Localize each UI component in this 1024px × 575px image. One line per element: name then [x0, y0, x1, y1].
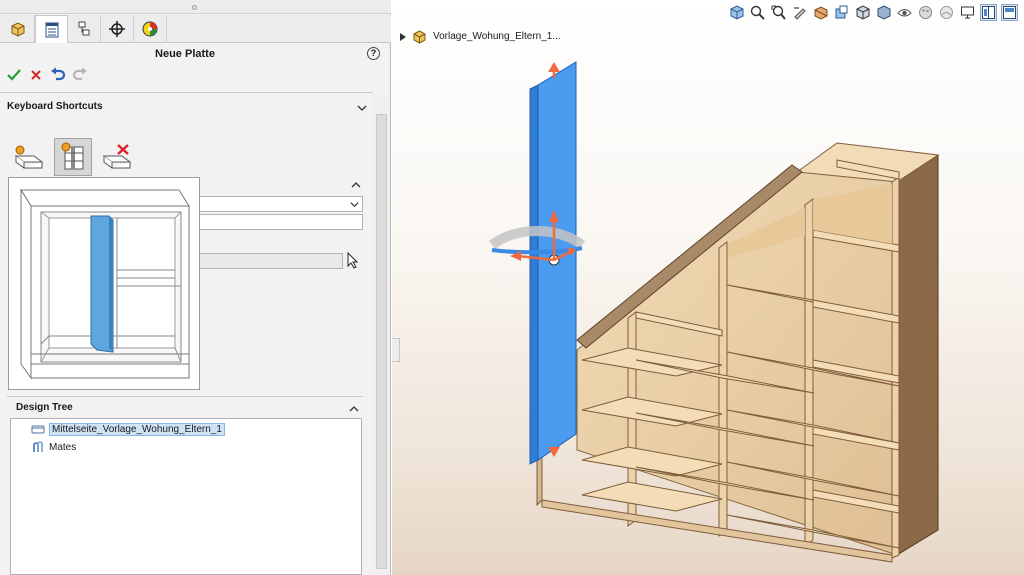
cabinet-model[interactable] — [392, 0, 1024, 575]
close-icon — [31, 70, 41, 80]
ok-button[interactable] — [6, 67, 22, 83]
tab-property-manager[interactable] — [35, 15, 68, 43]
help-icon[interactable]: ? — [367, 47, 380, 60]
scrollbar[interactable] — [373, 94, 390, 575]
delete-panel-button[interactable] — [98, 138, 136, 176]
dimxpert-icon — [109, 21, 125, 37]
tab-display-manager[interactable] — [134, 15, 167, 43]
new-panel-button[interactable] — [10, 138, 48, 176]
group-keyboard-shortcuts[interactable]: Keyboard Shortcuts — [7, 101, 369, 119]
chevron-up-icon — [349, 406, 359, 412]
tree-item-label: Mittelseite_Vorlage_Wohung_Eltern_1 — [49, 422, 225, 436]
panel-preview — [8, 177, 200, 390]
mates-icon — [33, 441, 43, 452]
undo-button[interactable] — [50, 67, 66, 83]
tab-configuration-manager[interactable] — [68, 15, 101, 43]
page-title: Neue Platte — [155, 48, 215, 60]
configuration-manager-icon — [78, 21, 90, 36]
cancel-button[interactable] — [28, 67, 44, 83]
design-tree[interactable]: Mittelseite_Vorlage_Wohung_Eltern_1 Mate… — [10, 418, 362, 575]
display-manager-icon — [142, 21, 158, 37]
chevron-down-icon — [357, 105, 367, 111]
middle-panel-icon — [61, 142, 84, 170]
redo-icon — [72, 67, 87, 81]
tree-item[interactable]: Mates — [31, 439, 76, 455]
group-parameters-header[interactable] — [198, 178, 363, 196]
new-panel-icon — [14, 145, 44, 169]
middle-panel-button[interactable] — [54, 138, 92, 176]
tab-dimxpert-manager[interactable] — [101, 15, 134, 43]
divider — [0, 92, 373, 93]
chevron-up-icon — [351, 182, 361, 188]
pointer-icon — [347, 252, 359, 269]
delete-panel-icon — [102, 144, 132, 169]
feature-manager-icon — [11, 22, 25, 37]
panel-type-buttons — [10, 138, 136, 176]
undo-icon — [51, 67, 66, 81]
tab-feature-manager[interactable] — [2, 15, 35, 43]
scrollbar-thumb[interactable] — [376, 114, 387, 569]
selection-field[interactable] — [198, 253, 343, 269]
part-icon — [31, 425, 45, 434]
chevron-down-icon — [350, 202, 359, 208]
name-field[interactable] — [198, 214, 363, 230]
group-title: Design Tree — [16, 402, 73, 413]
cabinet-preview-image — [20, 188, 190, 380]
redo-button[interactable] — [72, 67, 88, 83]
graphics-area[interactable]: Vorlage_Wohung_Eltern_1... — [392, 0, 1024, 575]
tree-item-label: Mates — [49, 441, 77, 453]
property-manager-panel: Neue Platte ? Keyboard Shortcuts Design … — [0, 0, 391, 575]
action-bar — [6, 67, 88, 83]
property-manager-icon — [45, 22, 58, 37]
manager-tabs — [0, 15, 391, 43]
checkmark-icon — [7, 69, 21, 81]
panel-splitter[interactable] — [0, 0, 391, 14]
type-select[interactable] — [198, 196, 363, 212]
tree-item[interactable]: Mittelseite_Vorlage_Wohung_Eltern_1 — [31, 421, 225, 437]
group-title: Keyboard Shortcuts — [7, 101, 103, 112]
divider — [7, 396, 363, 397]
